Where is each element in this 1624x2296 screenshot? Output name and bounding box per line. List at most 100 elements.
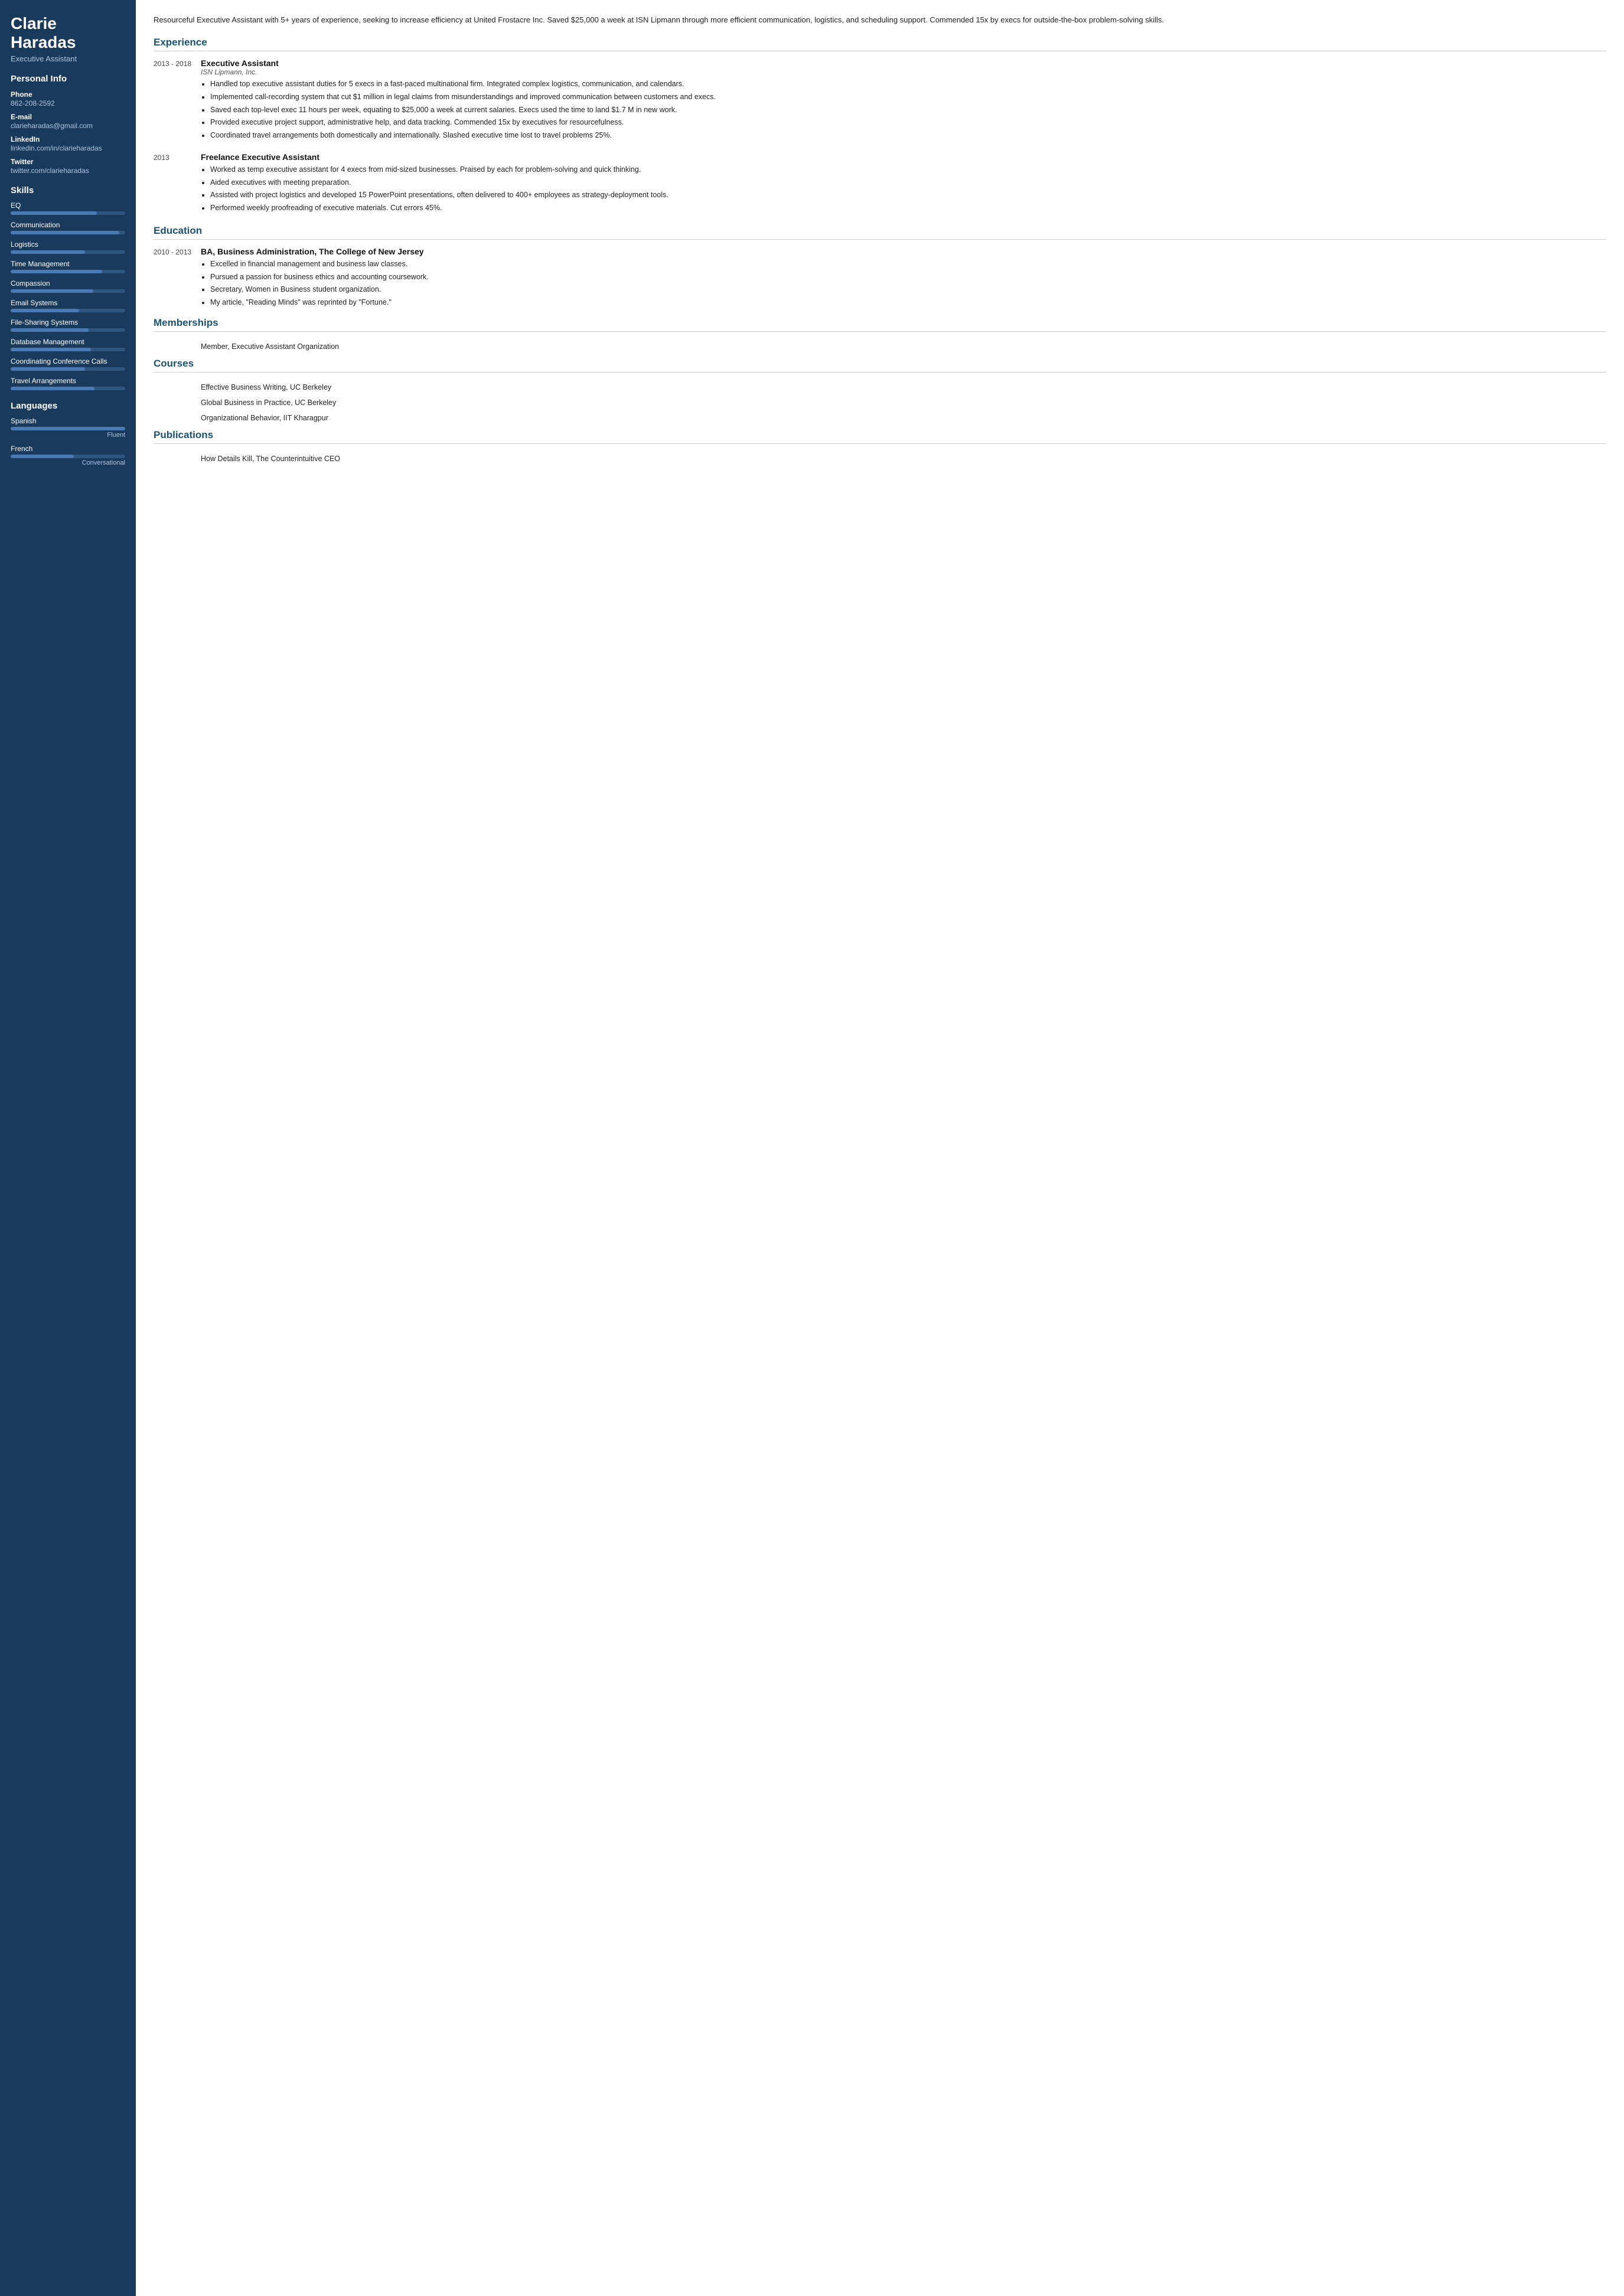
- skill-bar-background: [11, 270, 125, 273]
- experience-entry: 2013 - 2018 Executive Assistant ISN Lipm…: [154, 58, 1606, 143]
- course-entry: Organizational Behavior, IIT Kharagpur: [154, 410, 1606, 426]
- skill-item: Email Systems: [11, 299, 125, 312]
- skill-bar-background: [11, 231, 125, 234]
- personal-info-label: E-mail: [11, 113, 32, 121]
- skill-item: Logistics: [11, 240, 125, 254]
- main-content: Resourceful Executive Assistant with 5+ …: [136, 0, 1624, 2296]
- education-heading: Education: [154, 225, 1606, 240]
- skill-name: Time Management: [11, 260, 125, 268]
- skills-list: EQ Communication Logistics Time Manageme…: [11, 201, 125, 390]
- skill-item: Database Management: [11, 338, 125, 351]
- sidebar: Clarie Haradas Executive Assistant Perso…: [0, 0, 136, 2296]
- experience-job-title: Executive Assistant: [201, 58, 1606, 68]
- personal-info-value: linkedin.com/in/clarieharadas: [11, 144, 102, 152]
- courses-heading: Courses: [154, 358, 1606, 373]
- personal-info-item: Twittertwitter.com/clarieharadas: [11, 157, 125, 175]
- course-item: Organizational Behavior, IIT Kharagpur: [201, 410, 1606, 426]
- memberships-list: Member, Executive Assistant Organization: [154, 339, 1606, 354]
- experience-heading: Experience: [154, 37, 1606, 51]
- memberships-heading: Memberships: [154, 317, 1606, 332]
- languages-heading: Languages: [11, 401, 125, 411]
- membership-item: Member, Executive Assistant Organization: [201, 339, 1606, 354]
- skill-bar-fill: [11, 250, 85, 254]
- education-degree: BA, Business Administration, The College…: [201, 247, 1606, 256]
- courses-list: Effective Business Writing, UC BerkeleyG…: [154, 380, 1606, 426]
- skill-bar-background: [11, 289, 125, 293]
- skill-name: EQ: [11, 201, 125, 210]
- personal-info-item: E-mailclarieharadas@gmail.com: [11, 112, 125, 130]
- course-item: Global Business in Practice, UC Berkeley: [201, 395, 1606, 410]
- skill-bar-fill: [11, 367, 85, 371]
- experience-date: 2013: [154, 152, 201, 215]
- publications-heading: Publications: [154, 429, 1606, 444]
- personal-info-value: clarieharadas@gmail.com: [11, 122, 93, 130]
- language-level: Conversational: [11, 459, 125, 466]
- skill-bar-background: [11, 328, 125, 332]
- experience-bullet: Saved each top-level exec 11 hours per w…: [210, 104, 1606, 116]
- skill-name: Compassion: [11, 279, 125, 288]
- skill-name: Database Management: [11, 338, 125, 346]
- skill-name: File-Sharing Systems: [11, 318, 125, 326]
- language-name: Spanish: [11, 417, 125, 425]
- summary-text: Resourceful Executive Assistant with 5+ …: [154, 14, 1606, 26]
- skill-bar-fill: [11, 211, 97, 215]
- experience-company: ISN Lipmann, Inc.: [201, 68, 1606, 76]
- skill-bar-fill: [11, 387, 94, 390]
- language-bar-fill: [11, 427, 125, 430]
- skill-bar-background: [11, 309, 125, 312]
- skill-bar-fill: [11, 289, 93, 293]
- experience-job-title: Freelance Executive Assistant: [201, 152, 1606, 162]
- language-level: Fluent: [11, 432, 125, 439]
- language-bar-background: [11, 427, 125, 430]
- personal-info-heading: Personal Info: [11, 74, 125, 84]
- skill-bar-fill: [11, 270, 102, 273]
- education-bullet: Pursued a passion for business ethics an…: [210, 272, 1606, 283]
- publication-item: How Details Kill, The Counterintuitive C…: [201, 451, 1606, 466]
- course-entry: Global Business in Practice, UC Berkeley: [154, 395, 1606, 410]
- candidate-title: Executive Assistant: [11, 54, 125, 63]
- education-entry: 2010 - 2013 BA, Business Administration,…: [154, 247, 1606, 310]
- language-item: French Conversational: [11, 445, 125, 466]
- skill-name: Email Systems: [11, 299, 125, 307]
- experience-bullet: Worked as temp executive assistant for 4…: [210, 164, 1606, 175]
- skill-bar-fill: [11, 231, 119, 234]
- skill-item: Time Management: [11, 260, 125, 273]
- spacer: [154, 410, 201, 426]
- language-item: Spanish Fluent: [11, 417, 125, 439]
- experience-bullet: Aided executives with meeting preparatio…: [210, 177, 1606, 188]
- personal-info-list: Phone862-208-2592E-mailclarieharadas@gma…: [11, 90, 125, 175]
- language-bar-background: [11, 455, 125, 458]
- spacer: [154, 395, 201, 410]
- skill-name: Coordinating Conference Calls: [11, 357, 125, 365]
- education-bullet: My article, "Reading Minds" was reprinte…: [210, 297, 1606, 308]
- skill-name: Travel Arrangements: [11, 377, 125, 385]
- experience-entry: 2013 Freelance Executive Assistant Worke…: [154, 152, 1606, 215]
- spacer: [154, 339, 201, 354]
- skill-item: Compassion: [11, 279, 125, 293]
- skill-item: File-Sharing Systems: [11, 318, 125, 332]
- experience-bullet: Performed weekly proofreading of executi…: [210, 203, 1606, 214]
- personal-info-item: LinkedInlinkedin.com/in/clarieharadas: [11, 135, 125, 152]
- publication-entry: How Details Kill, The Counterintuitive C…: [154, 451, 1606, 466]
- skill-item: Communication: [11, 221, 125, 234]
- experience-bullets: Worked as temp executive assistant for 4…: [201, 164, 1606, 214]
- education-list: 2010 - 2013 BA, Business Administration,…: [154, 247, 1606, 310]
- education-date: 2010 - 2013: [154, 247, 201, 310]
- skill-bar-fill: [11, 309, 79, 312]
- skill-bar-background: [11, 250, 125, 254]
- skill-item: Coordinating Conference Calls: [11, 357, 125, 371]
- experience-bullet: Coordinated travel arrangements both dom…: [210, 130, 1606, 141]
- personal-info-value: 862-208-2592: [11, 99, 55, 107]
- personal-info-label: LinkedIn: [11, 135, 40, 143]
- skill-bar-fill: [11, 328, 89, 332]
- experience-list: 2013 - 2018 Executive Assistant ISN Lipm…: [154, 58, 1606, 215]
- candidate-name: Clarie Haradas: [11, 14, 125, 52]
- education-bullet: Secretary, Women in Business student org…: [210, 284, 1606, 295]
- skill-bar-background: [11, 348, 125, 351]
- skill-bar-background: [11, 367, 125, 371]
- skill-bar-background: [11, 211, 125, 215]
- language-bar-fill: [11, 455, 74, 458]
- personal-info-label: Twitter: [11, 158, 33, 166]
- experience-bullet: Assisted with project logistics and deve…: [210, 190, 1606, 201]
- experience-content: Freelance Executive Assistant Worked as …: [201, 152, 1606, 215]
